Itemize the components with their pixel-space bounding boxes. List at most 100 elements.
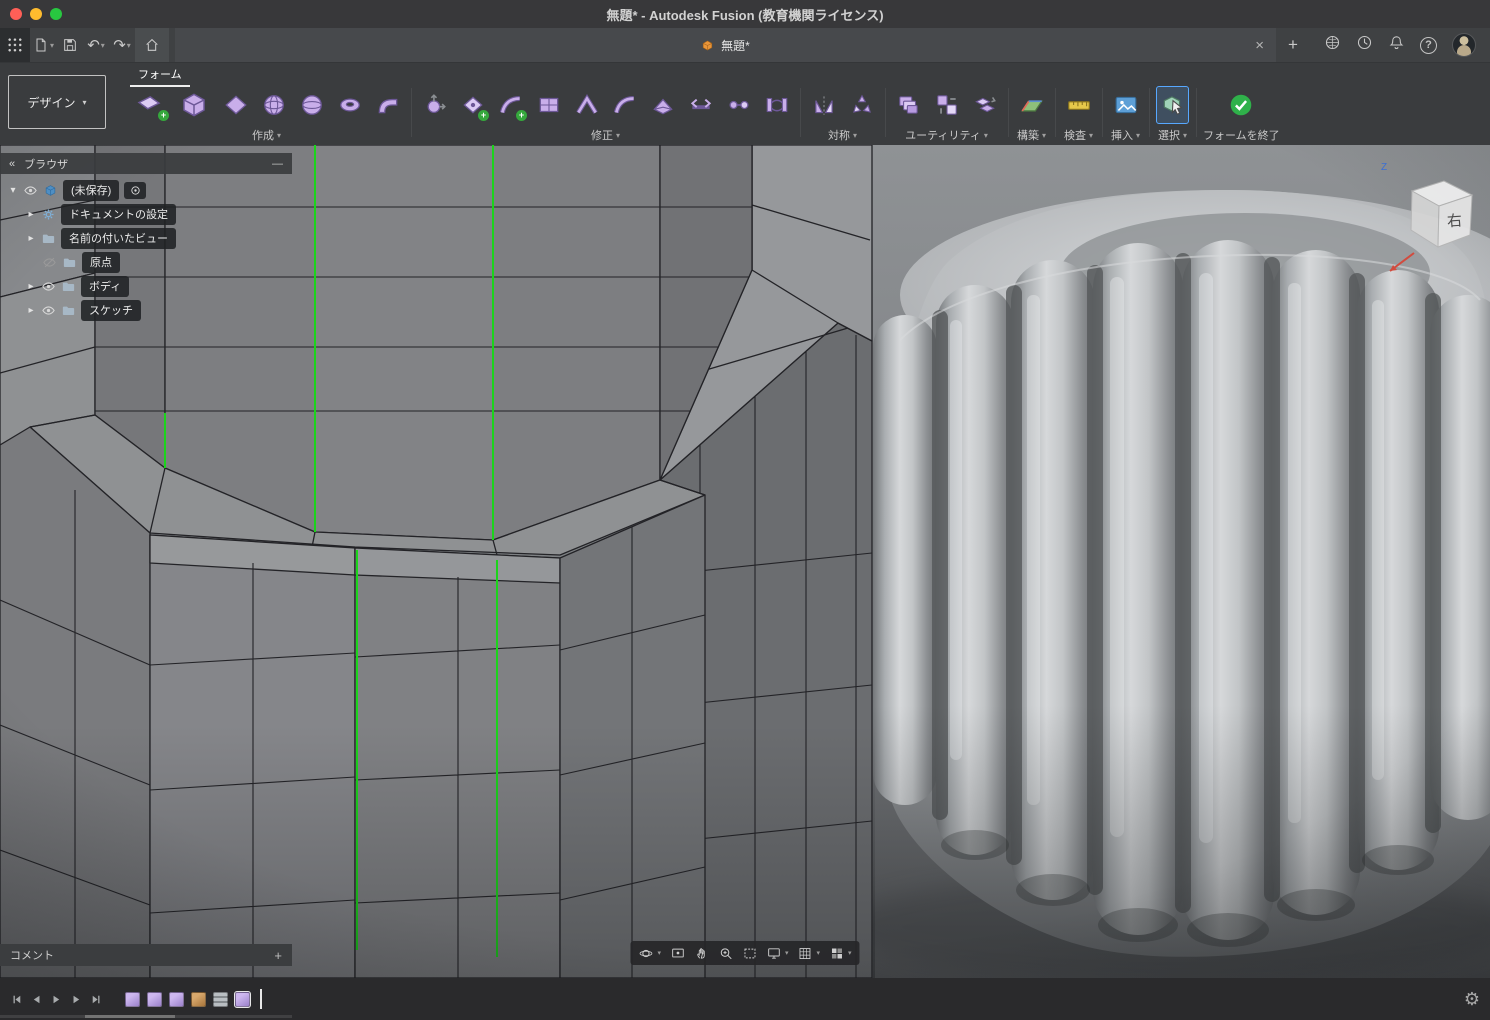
browser-item-bodies[interactable]: ▸ ボディ bbox=[0, 276, 292, 297]
zoom-window-button[interactable] bbox=[50, 8, 62, 20]
select-tool-icon[interactable] bbox=[1156, 86, 1189, 124]
close-window-button[interactable] bbox=[10, 8, 22, 20]
circular-symmetry-icon[interactable] bbox=[845, 86, 878, 124]
timeline-form-feature-icon-current[interactable] bbox=[235, 992, 250, 1007]
face-tool-icon[interactable]: + bbox=[129, 86, 169, 124]
app-grid-icon[interactable] bbox=[0, 28, 30, 62]
quadball-tool-icon[interactable] bbox=[257, 86, 290, 124]
pipe-tool-icon[interactable] bbox=[371, 86, 404, 124]
browser-item-label[interactable]: 原点 bbox=[82, 252, 120, 273]
crease-icon[interactable] bbox=[570, 86, 603, 124]
timeline-form-feature-icon[interactable] bbox=[169, 992, 184, 1007]
notifications-icon[interactable] bbox=[1388, 34, 1405, 56]
browser-item-label[interactable]: ボディ bbox=[81, 276, 129, 297]
activate-component-icon[interactable] bbox=[124, 182, 146, 199]
chevron-right-icon[interactable]: ▸ bbox=[26, 281, 36, 292]
grid-settings-icon[interactable] bbox=[798, 946, 813, 961]
slide-edge-icon[interactable] bbox=[684, 86, 717, 124]
box-tool-icon[interactable] bbox=[174, 86, 214, 124]
timeline-feature-icon[interactable] bbox=[191, 992, 206, 1007]
avatar[interactable] bbox=[1452, 33, 1476, 57]
timeline-step-forward-icon[interactable] bbox=[70, 993, 83, 1006]
timeline-playhead[interactable] bbox=[260, 989, 262, 1009]
subdivide-icon[interactable] bbox=[532, 86, 565, 124]
measure-icon[interactable] bbox=[1062, 86, 1095, 124]
insert-point-icon[interactable]: + bbox=[456, 86, 489, 124]
zoom-icon[interactable] bbox=[718, 946, 733, 961]
tab-close-icon[interactable]: × bbox=[1255, 37, 1264, 54]
timeline-pattern-feature-icon[interactable] bbox=[213, 992, 228, 1007]
viewports-icon[interactable] bbox=[829, 946, 844, 961]
orbit-icon[interactable] bbox=[638, 946, 653, 961]
visibility-eye-icon[interactable] bbox=[41, 279, 56, 294]
uncrease-icon[interactable] bbox=[608, 86, 641, 124]
timeline-skip-start-icon[interactable] bbox=[10, 993, 23, 1006]
group-label-symmetry[interactable]: 対称▾ bbox=[828, 127, 857, 143]
group-label-utilities[interactable]: ユーティリティ▾ bbox=[905, 127, 988, 143]
mirror-symmetry-icon[interactable] bbox=[807, 86, 840, 124]
new-tab-icon[interactable]: + bbox=[1276, 28, 1310, 62]
group-label-select[interactable]: 選択▾ bbox=[1158, 127, 1187, 143]
construction-plane-icon[interactable] bbox=[1015, 86, 1048, 124]
minimize-panel-icon[interactable]: — bbox=[272, 158, 283, 170]
chevron-right-icon[interactable]: ▸ bbox=[26, 305, 36, 316]
job-status-icon[interactable] bbox=[1356, 34, 1373, 56]
torus-tool-icon[interactable] bbox=[333, 86, 366, 124]
chevron-right-icon[interactable]: ▸ bbox=[26, 209, 36, 220]
group-label-create[interactable]: 作成▾ bbox=[252, 127, 281, 143]
fit-icon[interactable] bbox=[742, 946, 757, 961]
workspace-menu-button[interactable]: デザイン ▾ bbox=[8, 75, 106, 129]
timeline-sketch-feature-icon[interactable] bbox=[125, 992, 140, 1007]
redo-icon[interactable]: ↷▾ bbox=[109, 28, 135, 62]
visibility-eye-icon[interactable] bbox=[41, 303, 56, 318]
viewcube[interactable]: Z 右 bbox=[1376, 157, 1486, 279]
browser-item-document[interactable]: ▾ (未保存) bbox=[0, 180, 292, 201]
display-mode-icon[interactable] bbox=[892, 86, 925, 124]
minimize-window-button[interactable] bbox=[30, 8, 42, 20]
browser-item-named-views[interactable]: ▸ 名前の付いたビュー bbox=[0, 228, 292, 249]
browser-item-label[interactable]: スケッチ bbox=[81, 300, 141, 321]
plane-tool-icon[interactable] bbox=[219, 86, 252, 124]
bevel-edge-icon[interactable] bbox=[646, 86, 679, 124]
insert-image-icon[interactable] bbox=[1109, 86, 1142, 124]
repair-body-icon[interactable] bbox=[930, 86, 963, 124]
document-tab[interactable]: 無題* × bbox=[175, 28, 1276, 62]
browser-item-sketches[interactable]: ▸ スケッチ bbox=[0, 300, 292, 321]
timeline-scrollbar[interactable] bbox=[0, 1015, 292, 1018]
timeline-play-icon[interactable] bbox=[50, 993, 63, 1006]
browser-item-label[interactable]: 名前の付いたビュー bbox=[61, 228, 176, 249]
help-icon[interactable]: ? bbox=[1420, 37, 1437, 54]
insert-edge-icon[interactable]: + bbox=[494, 86, 527, 124]
edit-form-icon[interactable] bbox=[418, 86, 451, 124]
browser-item-label[interactable]: (未保存) bbox=[63, 180, 119, 201]
browser-item-origin[interactable]: 原点 bbox=[0, 252, 292, 273]
extensions-icon[interactable] bbox=[1324, 34, 1341, 56]
convert-icon[interactable] bbox=[968, 86, 1001, 124]
browser-item-label[interactable]: ドキュメントの設定 bbox=[61, 204, 176, 225]
home-icon[interactable] bbox=[135, 28, 169, 62]
timeline-settings-gear-icon[interactable]: ⚙ bbox=[1464, 990, 1480, 1008]
save-icon[interactable] bbox=[57, 28, 83, 62]
finish-form-icon[interactable] bbox=[1225, 86, 1258, 124]
look-at-icon[interactable] bbox=[670, 946, 685, 961]
chevron-down-icon[interactable]: ▾ bbox=[8, 185, 18, 196]
sphere-tool-icon[interactable] bbox=[295, 86, 328, 124]
collapse-panel-icon[interactable]: « bbox=[9, 158, 15, 170]
pan-icon[interactable] bbox=[694, 946, 709, 961]
timeline-skip-end-icon[interactable] bbox=[90, 993, 103, 1006]
visibility-eye-icon[interactable] bbox=[23, 183, 38, 198]
timeline-scrollbar-handle[interactable] bbox=[85, 1015, 175, 1018]
chevron-right-icon[interactable]: ▸ bbox=[26, 233, 36, 244]
weld-vertices-icon[interactable] bbox=[722, 86, 755, 124]
group-label-inspect[interactable]: 検査▾ bbox=[1064, 127, 1093, 143]
timeline-sketch-feature-icon[interactable] bbox=[147, 992, 162, 1007]
new-file-icon[interactable]: ▾ bbox=[30, 28, 57, 62]
group-label-finish-form[interactable]: フォームを終了 bbox=[1203, 127, 1280, 143]
visibility-eye-off-icon[interactable] bbox=[42, 255, 57, 270]
comments-bar[interactable]: コメント + bbox=[0, 944, 292, 966]
undo-icon[interactable]: ↶▾ bbox=[83, 28, 109, 62]
timeline-step-back-icon[interactable] bbox=[30, 993, 43, 1006]
group-label-modify[interactable]: 修正▾ bbox=[591, 127, 620, 143]
bridge-icon[interactable] bbox=[760, 86, 793, 124]
display-settings-icon[interactable] bbox=[766, 946, 781, 961]
